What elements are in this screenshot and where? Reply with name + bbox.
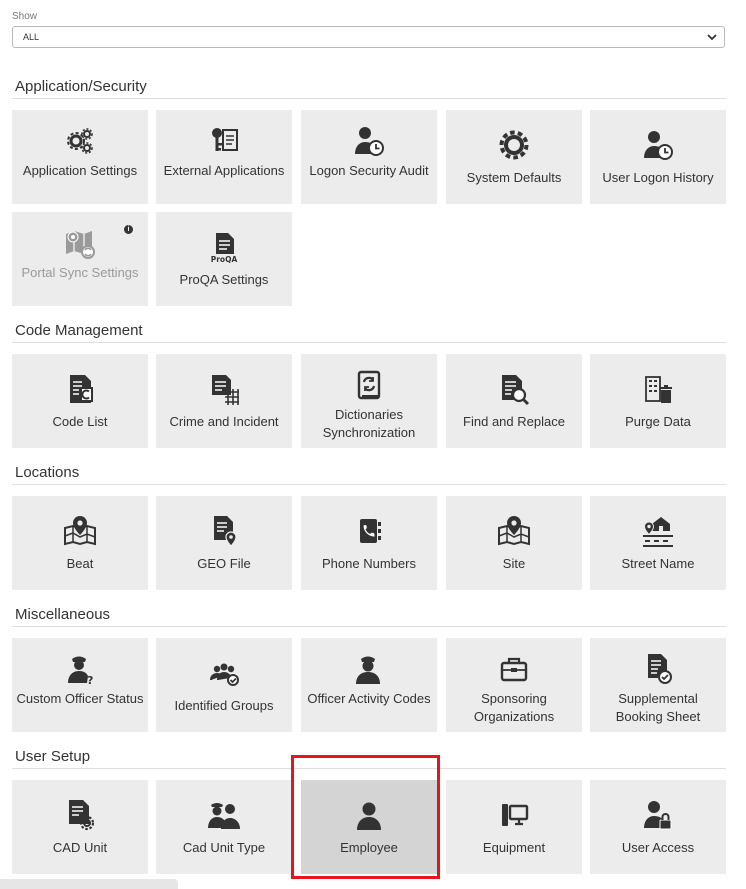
tile-geo-file[interactable]: GEO File (156, 496, 292, 590)
tile-portal-sync-settings[interactable]: Portal Sync Settings i (12, 212, 148, 306)
tile-supplemental-booking-sheet[interactable]: Supplemental Booking Sheet (590, 638, 726, 732)
code-document-icon (70, 375, 93, 403)
show-filter-select[interactable]: ALL (12, 26, 725, 48)
section-title-application-security: Application/Security (15, 78, 147, 95)
tile-label: Beat (66, 556, 94, 571)
document-pin-icon (214, 516, 237, 547)
group-check-icon (210, 663, 239, 686)
user-lock-icon (644, 801, 672, 830)
tile-label: Logon Security Audit (309, 163, 429, 178)
tile-find-and-replace[interactable]: Find and Replace (446, 354, 582, 448)
tile-phone-numbers[interactable]: Phone Numbers (301, 496, 437, 590)
show-filter-value: ALL (23, 32, 40, 42)
tile-label: Identified Groups (174, 698, 274, 713)
tile-user-logon-history[interactable]: User Logon History (590, 110, 726, 204)
briefcase-icon (500, 657, 528, 682)
proqa-badge-text: ProQA (211, 255, 238, 264)
tile-label: Phone Numbers (322, 556, 416, 571)
address-book-icon (360, 519, 381, 543)
tile-equipment[interactable]: Equipment (446, 780, 582, 874)
section-title-user-setup: User Setup (15, 748, 91, 765)
tile-application-settings[interactable]: Application Settings (12, 110, 148, 204)
officer-question-icon: ? (68, 656, 93, 686)
tile-officer-activity-codes[interactable]: Officer Activity Codes (301, 638, 437, 732)
tile-proqa-settings[interactable]: ProQA ProQA Settings (156, 212, 292, 306)
tile-label: Site (502, 556, 526, 571)
book-sync-icon (357, 370, 381, 400)
section-title-code-management: Code Management (15, 322, 143, 339)
section-divider (12, 98, 726, 99)
tile-user-access[interactable]: User Access (590, 780, 726, 874)
tile-external-applications[interactable]: External Applications (156, 110, 292, 204)
section-title-miscellaneous: Miscellaneous (15, 606, 111, 623)
status-tab (0, 879, 178, 889)
tile-label: Custom Officer Status (16, 691, 144, 706)
tile-label: Supplemental Booking Sheet (615, 691, 701, 724)
tile-label: Equipment (482, 840, 546, 855)
officers-icon (208, 803, 240, 829)
tile-dictionaries-synchronization[interactable]: Dictionaries Synchronization (301, 354, 437, 448)
user-icon (357, 802, 381, 830)
tile-logon-security-audit[interactable]: Logon Security Audit (301, 110, 437, 204)
tile-employee[interactable]: Employee (301, 780, 437, 874)
gears-icon (67, 128, 93, 154)
section-divider (12, 768, 726, 769)
document-search-icon (502, 375, 529, 405)
user-clock-icon (644, 131, 673, 160)
tile-label: User Logon History (602, 170, 714, 185)
info-icon[interactable]: i (124, 225, 133, 234)
tile-cad-unit[interactable]: CAD Unit (12, 780, 148, 874)
map-sync-icon (66, 231, 95, 259)
section-title-locations: Locations (15, 464, 80, 481)
tile-label: GEO File (197, 556, 251, 571)
officer-icon (356, 656, 380, 684)
tile-system-defaults[interactable]: System Defaults (446, 110, 582, 204)
document-gear-icon (69, 800, 95, 831)
tile-label: Portal Sync Settings (21, 265, 139, 280)
document-grid-icon (212, 375, 239, 405)
tile-site[interactable]: Site (446, 496, 582, 590)
tile-street-name[interactable]: Street Name (590, 496, 726, 590)
tile-label: ProQA Settings (179, 272, 269, 287)
tile-label: User Access (621, 840, 695, 855)
tile-label: Code List (52, 414, 108, 429)
tile-custom-officer-status[interactable]: ? Custom Officer Status (12, 638, 148, 732)
tile-purge-data[interactable]: Purge Data (590, 354, 726, 448)
tile-label: Officer Activity Codes (307, 691, 431, 706)
map-pin-icon (64, 516, 96, 546)
section-divider (12, 626, 726, 627)
map-pin-icon (498, 516, 530, 546)
tile-label: Cad Unit Type (182, 840, 266, 855)
tile-code-list[interactable]: Code List (12, 354, 148, 448)
tile-identified-groups[interactable]: Identified Groups (156, 638, 292, 732)
tile-label: Purge Data (625, 414, 691, 429)
svg-text:?: ? (87, 674, 93, 686)
tile-label: Dictionaries Synchronization (322, 407, 416, 440)
gear-icon (499, 130, 529, 160)
user-clock-icon (355, 127, 384, 156)
tile-sponsoring-organizations[interactable]: Sponsoring Organizations (446, 638, 582, 732)
building-trash-icon (645, 376, 672, 403)
section-divider (12, 342, 726, 343)
tile-label: Crime and Incident (169, 414, 279, 429)
tile-label: Employee (340, 840, 398, 855)
key-document-icon (212, 128, 238, 151)
proqa-document-icon: ProQA (211, 233, 238, 264)
chevron-down-icon (707, 34, 717, 41)
tile-cad-unit-type[interactable]: Cad Unit Type (156, 780, 292, 874)
tile-label: CAD Unit (52, 840, 108, 855)
tile-label: System Defaults (466, 170, 562, 185)
tile-crime-and-incident[interactable]: Crime and Incident (156, 354, 292, 448)
document-check-icon (648, 654, 672, 684)
tile-label: Find and Replace (463, 414, 565, 429)
section-divider (12, 484, 726, 485)
tile-label: Application Settings (22, 163, 138, 178)
street-house-icon (643, 517, 673, 547)
tile-beat[interactable]: Beat (12, 496, 148, 590)
tile-label: Sponsoring Organizations (473, 691, 555, 724)
tile-label: Street Name (621, 556, 695, 571)
tile-label: External Applications (163, 163, 285, 178)
computer-icon (502, 804, 529, 826)
show-label: Show (12, 11, 38, 22)
